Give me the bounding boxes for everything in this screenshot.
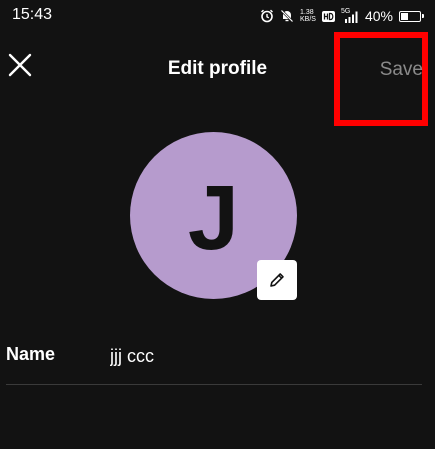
name-divider: [6, 384, 422, 385]
status-time: 15:43: [12, 6, 53, 23]
status-bar: 15:43 1.38 KB/S 5G 40%: [0, 0, 435, 32]
save-button[interactable]: Save: [380, 59, 423, 81]
alarm-icon: [260, 9, 274, 23]
battery-icon: [399, 10, 424, 22]
name-input[interactable]: [110, 342, 410, 370]
status-icons: 1.38 KB/S 5G 40%: [260, 7, 424, 25]
header: Edit profile Save: [0, 32, 435, 126]
name-row: Name: [6, 340, 422, 385]
mute-icon: [280, 9, 294, 23]
battery-percent: 40%: [364, 8, 393, 24]
battery-fill: [401, 12, 408, 20]
pencil-icon: [270, 273, 284, 287]
network-speed-unit: KB/S: [300, 16, 316, 23]
network-speed: 1.38 KB/S: [300, 9, 316, 23]
network-speed-value: 1.38: [300, 9, 314, 16]
avatar-initial: J: [187, 166, 240, 269]
name-label: Name: [6, 344, 56, 364]
edit-avatar-button[interactable]: [257, 260, 297, 300]
hd-icon: [321, 10, 335, 22]
signal-icon: 5G: [341, 8, 359, 24]
